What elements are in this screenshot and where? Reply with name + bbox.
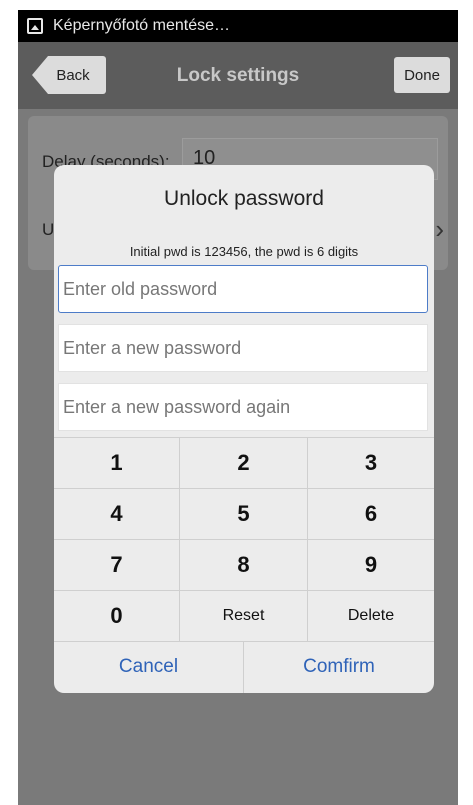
image-icon (27, 18, 43, 34)
keypad-row: 7 8 9 (54, 540, 434, 591)
key-5[interactable]: 5 (180, 489, 308, 539)
key-3[interactable]: 3 (308, 438, 434, 488)
key-8[interactable]: 8 (180, 540, 308, 590)
old-password-input[interactable]: Enter old password (58, 265, 428, 313)
dialog-title: Unlock password (164, 187, 324, 210)
keypad-row: 1 2 3 (54, 438, 434, 489)
keypad-row: 4 5 6 (54, 489, 434, 540)
key-9[interactable]: 9 (308, 540, 434, 590)
key-4[interactable]: 4 (54, 489, 180, 539)
key-6[interactable]: 6 (308, 489, 434, 539)
title-bar: Lock settings Back Done (18, 42, 458, 109)
dialog-hint: Initial pwd is 123456, the pwd is 6 digi… (129, 244, 359, 259)
confirm-password-input[interactable]: Enter a new password again (58, 383, 428, 431)
reset-key[interactable]: Reset (180, 591, 308, 641)
status-text: Képernyőfotó mentése… (53, 17, 230, 34)
app-screen: Képernyőfotó mentése… Lock settings Back… (18, 10, 458, 805)
key-1[interactable]: 1 (54, 438, 180, 488)
key-2[interactable]: 2 (180, 438, 308, 488)
unlock-password-row-label[interactable]: U (42, 220, 54, 240)
delete-key[interactable]: Delete (308, 591, 434, 641)
key-7[interactable]: 7 (54, 540, 180, 590)
unlock-password-dialog: Unlock password Initial pwd is 123456, t… (54, 165, 434, 693)
chevron-right-icon[interactable]: › (435, 214, 444, 245)
dialog-actions: Cancel Comfirm (54, 641, 434, 693)
confirm-button[interactable]: Comfirm (244, 641, 434, 693)
cancel-button[interactable]: Cancel (54, 641, 244, 693)
numeric-keypad: 1 2 3 4 5 6 7 8 9 0 Reset Delete (54, 437, 434, 642)
status-bar: Képernyőfotó mentése… (18, 10, 458, 42)
done-button[interactable]: Done (394, 57, 450, 93)
key-0[interactable]: 0 (54, 591, 180, 641)
new-password-input[interactable]: Enter a new password (58, 324, 428, 372)
keypad-row: 0 Reset Delete (54, 591, 434, 642)
